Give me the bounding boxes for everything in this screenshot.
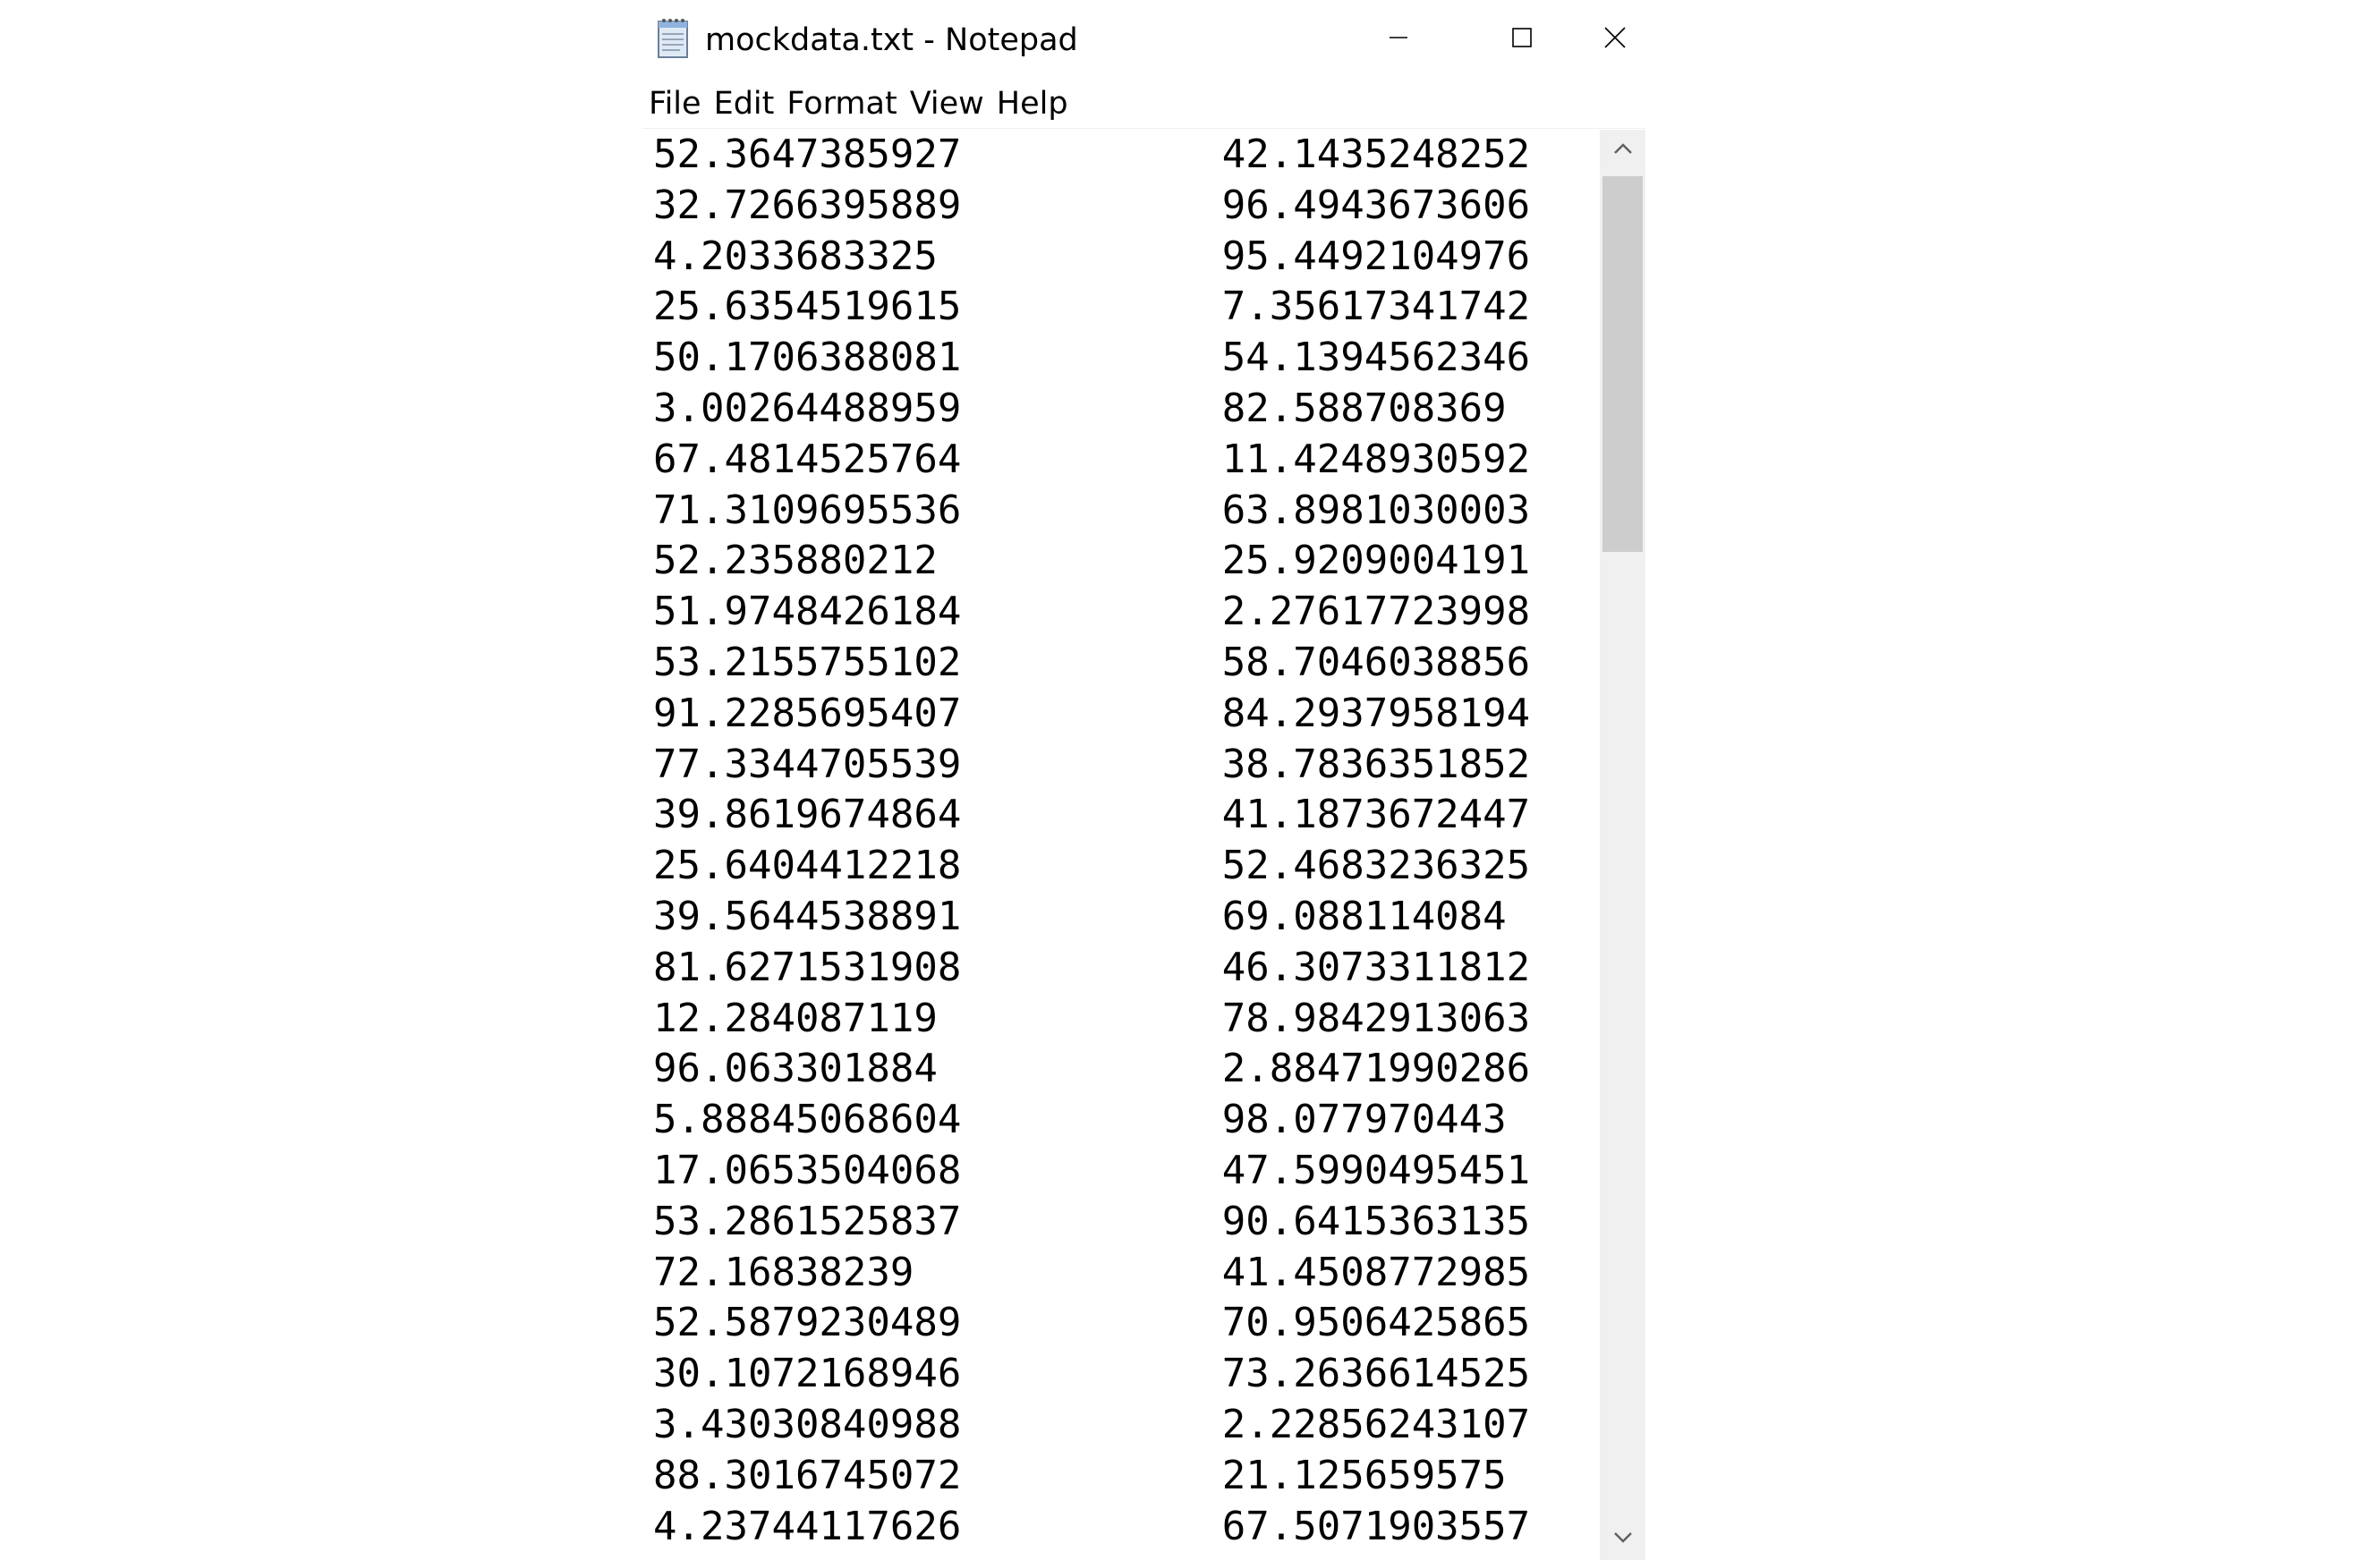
text-line: 51.9748426184 2.27617723998 bbox=[653, 589, 1531, 635]
text-line: 88.3016745072 21.125659575 bbox=[653, 1452, 1507, 1498]
text-line: 3.00264488959 82.588708369 bbox=[653, 386, 1507, 431]
menu-format[interactable]: Format bbox=[780, 83, 903, 124]
minimize-icon bbox=[1388, 27, 1409, 52]
notepad-icon bbox=[655, 16, 691, 59]
chevron-up-icon bbox=[1612, 141, 1634, 159]
text-line: 3.43030840988 2.22856243107 bbox=[653, 1402, 1531, 1447]
text-line: 4.2033683325 95.4492104976 bbox=[653, 233, 1531, 279]
text-line: 52.5879230489 70.9506425865 bbox=[653, 1300, 1531, 1346]
text-editor[interactable]: 52.3647385927 42.1435248252 32.7266395889… bbox=[642, 130, 1600, 1560]
menu-file[interactable]: File bbox=[642, 83, 708, 124]
close-icon bbox=[1603, 26, 1627, 53]
menu-bar: File Edit Format View Help bbox=[642, 79, 1645, 129]
text-line: 5.88845068604 98.077970443 bbox=[653, 1097, 1507, 1143]
menu-edit[interactable]: Edit bbox=[708, 83, 781, 124]
text-line: 4.23744117626 67.5071903557 bbox=[653, 1503, 1531, 1549]
text-line: 50.1706388081 54.1394562346 bbox=[653, 335, 1531, 381]
text-line: 25.6354519615 7.35617341742 bbox=[653, 284, 1531, 330]
text-line: 17.0653504068 47.5990495451 bbox=[653, 1148, 1531, 1193]
window-title: mockdata.txt - Notepad bbox=[705, 22, 1078, 58]
text-line: 32.7266395889 96.4943673606 bbox=[653, 182, 1531, 228]
text-line: 39.8619674864 41.1873672447 bbox=[653, 792, 1531, 838]
text-line: 25.6404412218 52.4683236325 bbox=[653, 843, 1531, 889]
scroll-down-button[interactable] bbox=[1600, 1519, 1645, 1560]
text-line: 67.4814525764 11.4248930592 bbox=[653, 436, 1531, 482]
menu-view[interactable]: View bbox=[904, 83, 990, 124]
scroll-up-button[interactable] bbox=[1600, 130, 1645, 171]
vertical-scrollbar[interactable] bbox=[1600, 130, 1645, 1560]
text-line: 96.063301884 2.88471990286 bbox=[653, 1046, 1531, 1092]
menu-help[interactable]: Help bbox=[990, 83, 1075, 124]
notepad-window: mockdata.txt - Notepad File Edit Format … bbox=[642, 0, 1645, 1560]
text-line: 52.3647385927 42.1435248252 bbox=[653, 131, 1531, 177]
text-line: 91.2285695407 84.2937958194 bbox=[653, 690, 1531, 736]
text-line: 72.16838239 41.4508772985 bbox=[653, 1249, 1531, 1295]
chevron-down-icon bbox=[1612, 1530, 1634, 1548]
text-line: 12.284087119 78.9842913063 bbox=[653, 995, 1531, 1041]
close-button[interactable] bbox=[1584, 0, 1645, 79]
minimize-button[interactable] bbox=[1337, 0, 1460, 79]
title-bar[interactable]: mockdata.txt - Notepad bbox=[642, 0, 1645, 79]
text-line: 39.5644538891 69.088114084 bbox=[653, 894, 1507, 939]
text-line: 53.2861525837 90.6415363135 bbox=[653, 1198, 1531, 1244]
text-line: 77.3344705539 38.7836351852 bbox=[653, 741, 1531, 787]
maximize-icon bbox=[1511, 27, 1533, 52]
text-line: 71.3109695536 63.8981030003 bbox=[653, 487, 1531, 533]
text-line: 53.2155755102 58.7046038856 bbox=[653, 640, 1531, 685]
text-line: 30.1072168946 73.2636614525 bbox=[653, 1351, 1531, 1397]
text-line: 52.235880212 25.9209004191 bbox=[653, 538, 1531, 584]
maximize-button[interactable] bbox=[1460, 0, 1584, 79]
scrollbar-thumb[interactable] bbox=[1602, 176, 1643, 552]
text-line: 81.6271531908 46.3073311812 bbox=[653, 944, 1531, 990]
